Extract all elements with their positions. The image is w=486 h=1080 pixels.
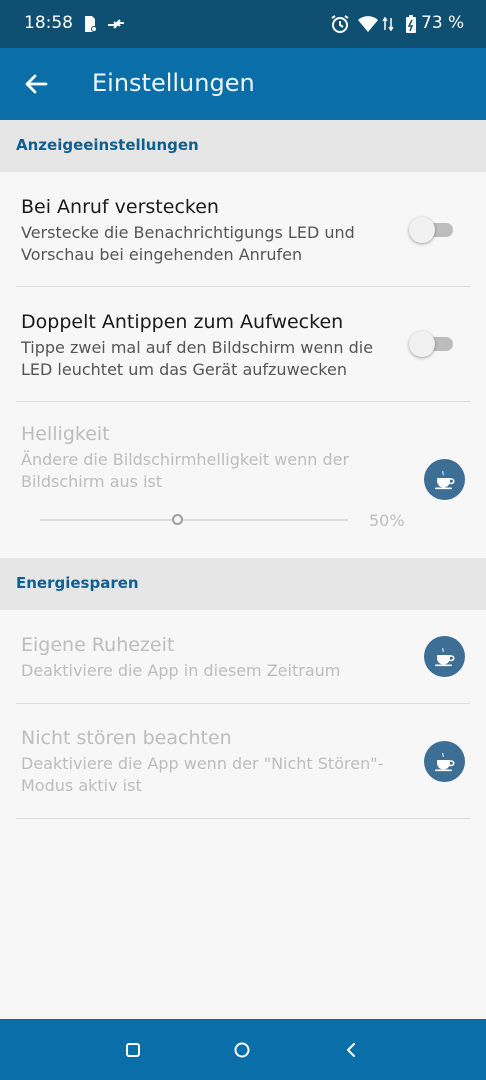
section-header-display: Anzeigeeinstellungen xyxy=(0,120,486,172)
battery-percentage: 73 % xyxy=(421,13,465,33)
coffee-cup-icon xyxy=(434,470,454,489)
wifi-icon xyxy=(357,12,379,36)
setting-subtitle: Deaktiviere die App in diesem Zeitraum xyxy=(21,661,341,680)
app-bar: Einstellungen xyxy=(0,48,486,120)
notification-icon xyxy=(82,12,98,36)
status-time: 18:58 xyxy=(24,13,73,33)
system-nav-bar xyxy=(0,1019,486,1080)
back-button[interactable] xyxy=(20,68,52,100)
home-button[interactable] xyxy=(231,1039,253,1061)
recents-button[interactable] xyxy=(122,1039,144,1061)
section-header-energy: Energiesparen xyxy=(0,558,486,610)
toggle-thumb xyxy=(409,331,435,357)
brightness-value: 50% xyxy=(369,511,405,530)
setting-subtitle: Tippe zwei mal auf den Bildschirm wenn d… xyxy=(21,338,374,379)
battery-charging-icon xyxy=(405,12,417,36)
double-tap-toggle[interactable] xyxy=(409,331,453,357)
setting-subtitle: Ändere die Bildschirmhelligkeit wenn der… xyxy=(21,450,350,491)
alarm-icon xyxy=(330,12,350,36)
setting-quiet-time: Eigene Ruhezeit Deaktiviere die App in d… xyxy=(0,610,486,703)
setting-double-tap[interactable]: Doppelt Antippen zum Aufwecken Tippe zwe… xyxy=(0,287,486,401)
home-circle-icon xyxy=(234,1042,250,1058)
setting-title: Eigene Ruhezeit xyxy=(21,634,175,656)
setting-do-not-disturb: Nicht stören beachten Deaktiviere die Ap… xyxy=(0,704,486,818)
data-arrows-icon xyxy=(382,12,394,36)
section-header-label: Anzeigeeinstellungen xyxy=(16,136,199,154)
data-transfer-icon xyxy=(106,12,126,36)
setting-title: Bei Anruf verstecken xyxy=(21,196,219,218)
setting-subtitle: Verstecke die Benachrichtigungs LED und … xyxy=(21,223,355,264)
setting-title: Helligkeit xyxy=(21,423,110,445)
hide-on-call-toggle[interactable] xyxy=(409,217,453,243)
page-title: Einstellungen xyxy=(92,69,255,97)
setting-subtitle: Deaktiviere die App wenn der "Nicht Stör… xyxy=(21,754,384,795)
divider xyxy=(16,818,470,819)
back-chevron-icon xyxy=(347,1043,355,1057)
setting-title: Doppelt Antippen zum Aufwecken xyxy=(21,311,344,333)
pro-feature-button[interactable] xyxy=(424,459,465,500)
section-header-label: Energiesparen xyxy=(16,574,139,592)
pro-feature-button[interactable] xyxy=(424,636,465,677)
coffee-cup-icon xyxy=(434,647,454,666)
setting-title: Nicht stören beachten xyxy=(21,727,232,749)
coffee-cup-icon xyxy=(434,752,454,771)
nav-back-button[interactable] xyxy=(340,1039,362,1061)
pro-feature-button[interactable] xyxy=(424,741,465,782)
setting-brightness: Helligkeit Ändere die Bildschirmhelligke… xyxy=(0,402,486,558)
toggle-thumb xyxy=(409,217,435,243)
setting-hide-on-call[interactable]: Bei Anruf verstecken Verstecke die Benac… xyxy=(0,172,486,286)
arrow-back-icon xyxy=(25,74,48,94)
recents-square-icon xyxy=(126,1043,140,1057)
slider-track xyxy=(40,519,348,521)
status-bar: 18:58 73 % xyxy=(0,0,486,48)
brightness-slider[interactable] xyxy=(40,514,350,525)
slider-thumb[interactable] xyxy=(172,514,183,525)
